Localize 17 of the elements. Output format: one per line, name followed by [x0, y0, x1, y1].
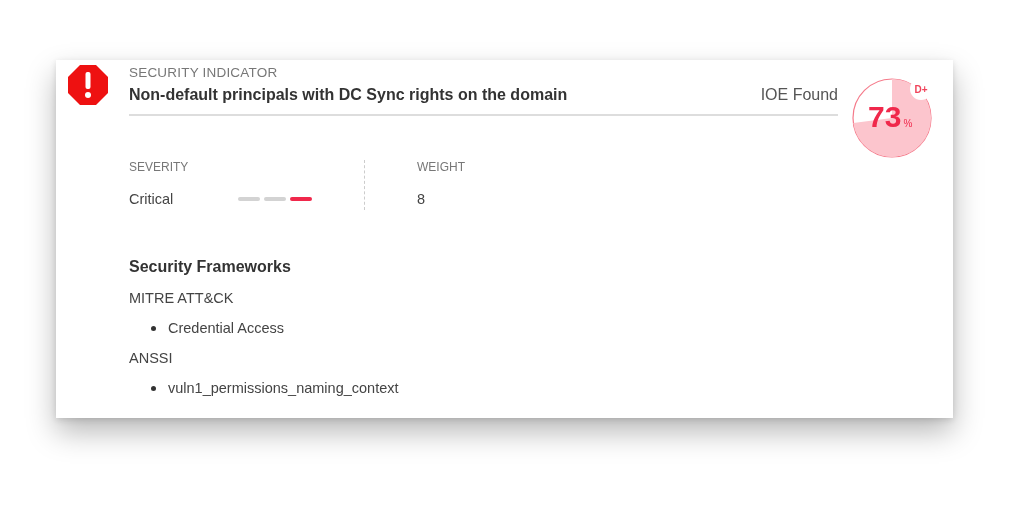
framework-name: ANSSI — [129, 350, 174, 366]
frameworks-heading: Security Frameworks — [129, 258, 292, 276]
alert-icon — [68, 65, 108, 105]
weight-value: 8 — [417, 191, 427, 207]
severity-value: Critical — [129, 191, 175, 207]
framework-item: Credential Access — [168, 320, 285, 336]
indicator-title: Non-default principals with DC Sync rights on the domain — [129, 86, 569, 104]
status-text: IOE Found — [760, 86, 838, 104]
severity-label: SEVERITY — [129, 160, 190, 174]
section-label: SECURITY INDICATOR — [129, 65, 279, 80]
bullet-icon — [151, 385, 156, 391]
framework-name: MITRE ATT&CK — [129, 290, 235, 306]
score-value: 73 — [868, 100, 902, 134]
weight-label: WEIGHT — [417, 160, 465, 174]
score-unit: % — [903, 118, 913, 129]
framework-item: vuln1_permissions_naming_context — [168, 380, 399, 396]
bullet-icon — [151, 325, 156, 331]
